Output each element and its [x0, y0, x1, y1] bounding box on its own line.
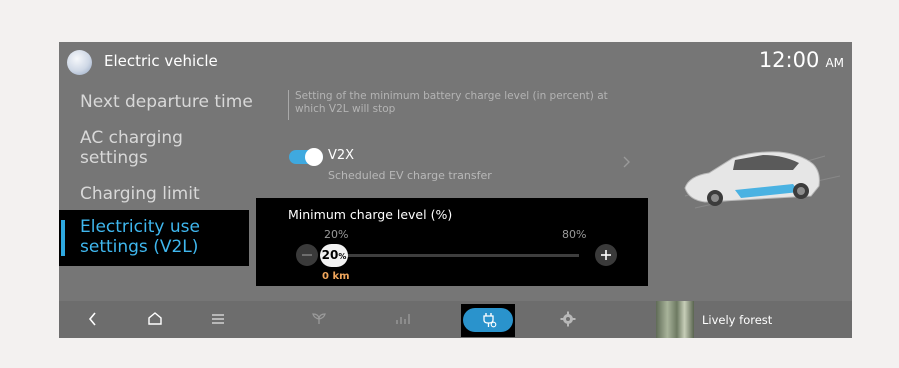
home-icon[interactable] — [146, 310, 164, 328]
chevron-right-icon[interactable] — [622, 156, 630, 168]
menu-icon[interactable] — [209, 310, 227, 328]
slider-value-unit: % — [338, 252, 347, 261]
slider-value: 20 — [321, 248, 339, 262]
v2x-label: V2X — [328, 148, 355, 163]
menu-item-label-line1: AC charging — [80, 128, 183, 148]
energy-graph-icon[interactable] — [394, 310, 412, 328]
slider-track[interactable] — [323, 254, 579, 257]
menu-item-ac-charging[interactable]: AC charging settings — [80, 128, 183, 168]
clock: 12:00 AM — [759, 48, 844, 72]
charging-tab-pill — [463, 308, 513, 332]
increase-button[interactable] — [595, 244, 617, 266]
ev-screen: Electric vehicle 12:00 AM Next departure… — [59, 42, 852, 338]
tab-charging-active[interactable] — [461, 304, 515, 337]
estimated-range: 0 km — [322, 271, 350, 282]
menu-item-label-line2: settings — [80, 148, 148, 168]
menu-item-charging-limit[interactable]: Charging limit — [80, 184, 200, 204]
setting-description: Setting of the minimum battery charge le… — [295, 90, 635, 116]
plus-icon — [601, 250, 611, 260]
v2x-sublabel: Scheduled EV charge transfer — [328, 169, 492, 182]
active-indicator — [61, 220, 65, 256]
clock-ampm: AM — [825, 56, 844, 70]
menu-item-v2l-active[interactable]: Electricity use settings (V2L) — [59, 210, 249, 266]
slider-max-label: 80% — [562, 228, 587, 241]
slider-thumb[interactable]: 20% — [320, 244, 348, 267]
decrease-button[interactable] — [296, 244, 318, 266]
menu-item-label: Next departure time — [80, 92, 253, 112]
description-line1: Setting of the minimum battery charge le… — [295, 90, 608, 102]
toggle-knob — [305, 148, 323, 166]
clock-time: 12:00 — [758, 48, 820, 72]
menu-item-label-line1: Electricity use — [80, 217, 200, 237]
popup-title: Minimum charge level (%) — [288, 207, 453, 222]
settings-gear-icon[interactable] — [559, 310, 577, 328]
slider-min-label: 20% — [324, 228, 349, 241]
eco-leaf-icon[interactable] — [310, 310, 328, 328]
v2x-toggle[interactable] — [289, 148, 323, 166]
bottom-nav-bar: Lively forest — [59, 301, 852, 338]
menu-item-label-line2: settings (V2L) — [80, 237, 199, 257]
description-divider — [288, 90, 289, 120]
minus-icon — [302, 254, 312, 256]
description-line2: which V2L will stop — [295, 103, 396, 115]
charging-plug-icon — [483, 313, 497, 328]
back-icon[interactable] — [86, 310, 100, 328]
app-title: Electric vehicle — [104, 52, 218, 70]
media-thumbnail[interactable] — [656, 301, 694, 338]
min-charge-popup: Minimum charge level (%) 20% 80% 20% 0 k… — [256, 198, 648, 286]
menu-item-label: Charging limit — [80, 184, 200, 204]
menu-item-next-departure[interactable]: Next departure time — [80, 92, 253, 112]
electric-vehicle-app-icon — [67, 50, 92, 75]
car-illustration — [684, 151, 841, 209]
media-title[interactable]: Lively forest — [702, 313, 772, 327]
